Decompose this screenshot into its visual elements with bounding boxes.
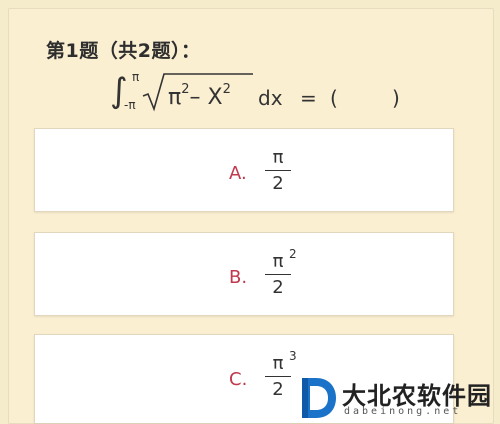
radicand: π2– X2 <box>168 82 231 110</box>
option-letter: C. <box>229 369 248 390</box>
watermark-domain: dabeinong.net <box>344 406 462 417</box>
radicand-minus: – <box>189 85 201 110</box>
option-b-button[interactable]: B. π 2 2 <box>34 232 454 316</box>
option-a-button[interactable]: A. π 2 <box>34 128 454 212</box>
fraction-denominator: 2 <box>272 277 284 298</box>
option-b-content: B. π 2 2 <box>229 247 349 301</box>
option-fraction: π 2 <box>265 353 291 401</box>
radicand-exponent-2: 2 <box>222 82 231 97</box>
numerator-exponent: 2 <box>289 247 297 261</box>
option-a-content: A. π 2 <box>229 147 349 197</box>
fraction-bar <box>265 376 291 377</box>
option-letter: A. <box>229 163 247 184</box>
equals-sign: = <box>300 86 317 110</box>
radicand-x: X <box>207 85 223 110</box>
upper-limit: π <box>132 70 140 84</box>
fraction-denominator: 2 <box>272 379 284 400</box>
question-formula: ∫ π -π π2– X2 dx = ( ) <box>110 68 430 118</box>
question-title: 第1题（共2题）： <box>46 40 201 62</box>
fraction-numerator: π <box>272 147 284 168</box>
option-fraction: π 2 <box>265 147 291 195</box>
fraction-bar <box>265 170 291 171</box>
radicand-pi: π <box>168 85 182 110</box>
watermark: 大北农软件园 dabeinong.net <box>298 374 498 422</box>
option-fraction: π 2 <box>265 251 291 299</box>
answer-paren-close: ) <box>392 86 400 110</box>
answer-paren-open: ( <box>330 86 338 110</box>
fraction-denominator: 2 <box>272 173 284 194</box>
numerator-exponent: 3 <box>289 349 297 363</box>
fraction-numerator: π <box>272 353 284 374</box>
fraction-bar <box>265 274 291 275</box>
fraction-numerator: π <box>272 251 284 272</box>
lower-limit: -π <box>124 98 136 112</box>
radicand-exponent-1: 2 <box>181 82 190 97</box>
d-logo-icon <box>302 378 336 418</box>
differential: dx <box>258 86 283 110</box>
option-letter: B. <box>229 267 248 288</box>
